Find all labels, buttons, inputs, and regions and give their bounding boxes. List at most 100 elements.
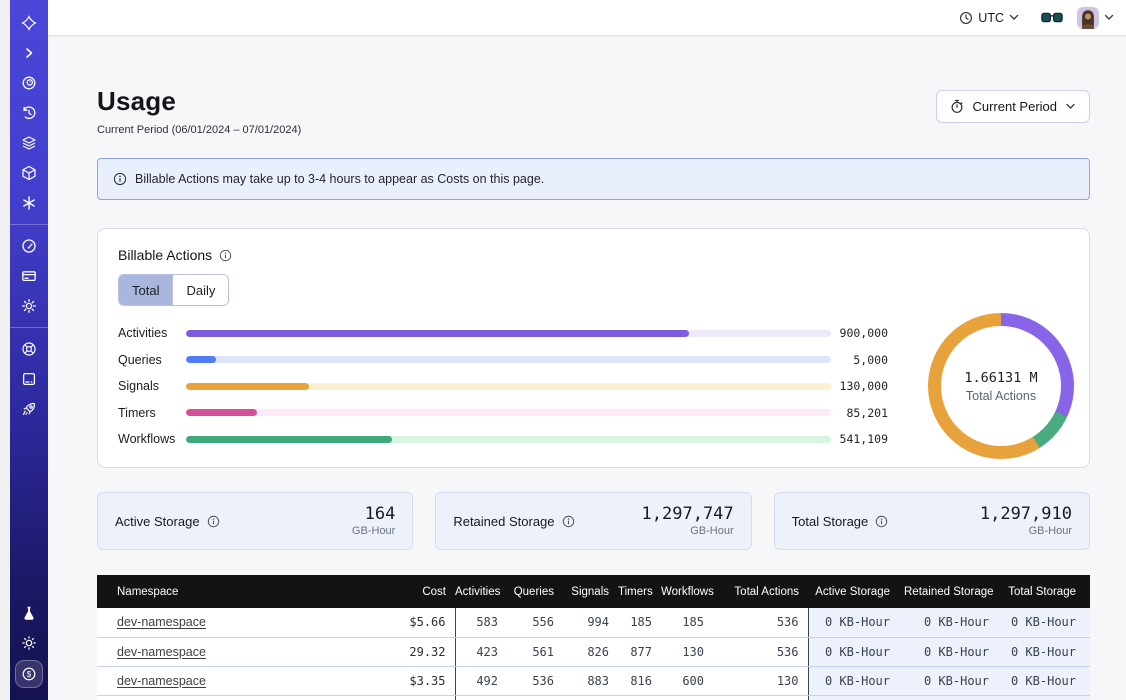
gear-icon[interactable] — [15, 293, 43, 319]
cell-timers: 877 — [618, 637, 661, 666]
active-storage-card: Active Storage 164 GB-Hour — [97, 492, 413, 550]
cell-queries: 556 — [507, 608, 563, 637]
cell-retained-storage: 0 KB-Hour — [904, 637, 1003, 666]
storage-card-unit: GB-Hour — [980, 525, 1072, 537]
card-icon[interactable] — [15, 263, 43, 289]
info-icon[interactable] — [875, 515, 888, 528]
info-icon[interactable] — [207, 515, 220, 528]
bar-value: 5,000 — [831, 353, 888, 367]
cell-retained-storage — [904, 695, 1003, 700]
namespace-link[interactable]: dev-namespace — [117, 674, 206, 688]
chevron-right-icon[interactable] — [15, 40, 43, 66]
storage-card-unit: GB-Hour — [352, 525, 395, 537]
bar-row: Activities 900,000 — [118, 320, 908, 347]
bar-track — [186, 330, 831, 337]
donut-total-value: 1.66131 M — [964, 370, 1037, 386]
namespace-link[interactable]: dev-namespace — [117, 615, 206, 629]
page-title: Usage — [97, 86, 301, 117]
asterisk-icon[interactable] — [15, 190, 43, 216]
bar-row: Signals 130,000 — [118, 373, 908, 400]
cell-total-storage: 0 KB-Hour — [1003, 637, 1090, 666]
sidebar: $ — [10, 0, 48, 700]
clock-icon — [959, 11, 973, 25]
bar-label: Activities — [118, 326, 186, 340]
cell-active-storage — [808, 695, 904, 700]
cell-workflows: 185 — [661, 608, 713, 637]
dollar-coin-icon[interactable]: $ — [15, 660, 43, 688]
rocket-icon[interactable] — [15, 396, 43, 422]
cell-activities — [455, 695, 507, 700]
cell-active-storage: 0 KB-Hour — [808, 608, 904, 637]
history-icon[interactable] — [15, 100, 43, 126]
cell-workflows: 130 — [661, 637, 713, 666]
main-content: Usage Current Period (06/01/2024 – 07/01… — [48, 37, 1126, 700]
cell-workflows: 600 — [661, 666, 713, 695]
timezone-selector[interactable]: UTC — [959, 11, 1019, 25]
bar-fill — [186, 436, 392, 443]
bar-track — [186, 356, 831, 363]
donut-center: 1.66131 M Total Actions — [941, 326, 1061, 446]
bar-label: Queries — [118, 353, 186, 367]
info-icon[interactable] — [562, 515, 575, 528]
book-icon[interactable] — [15, 366, 43, 392]
bar-row: Queries 5,000 — [118, 347, 908, 374]
cell-active-storage: 0 KB-Hour — [808, 637, 904, 666]
cell-total-storage — [1003, 695, 1090, 700]
glasses-icon[interactable] — [1041, 11, 1063, 24]
cell-active-storage: 0 KB-Hour — [808, 666, 904, 695]
layers-icon[interactable] — [15, 130, 43, 156]
cell-signals — [563, 695, 618, 700]
namespace-link[interactable]: dev-namespace — [117, 645, 206, 659]
info-banner: Billable Actions may take up to 3-4 hour… — [97, 158, 1090, 200]
cell-cost — [367, 695, 455, 700]
col-queries: Queries — [507, 575, 563, 608]
cell-queries — [507, 695, 563, 700]
bar-fill — [186, 409, 257, 416]
col-activities: Activities — [455, 575, 507, 608]
bar-fill — [186, 356, 216, 363]
tab-total[interactable]: Total — [119, 275, 172, 305]
cell-workflows — [661, 695, 713, 700]
timezone-label: UTC — [978, 11, 1004, 25]
billable-actions-title: Billable Actions — [118, 247, 212, 263]
bar-value: 85,201 — [831, 406, 888, 420]
lifebuoy-icon[interactable] — [15, 336, 43, 362]
cell-retained-storage: 0 KB-Hour — [904, 608, 1003, 637]
cell-signals: 883 — [563, 666, 618, 695]
cube-icon[interactable] — [15, 160, 43, 186]
bar-track — [186, 409, 831, 416]
gauge-icon[interactable] — [15, 233, 43, 259]
bar-row: Workflows 541,109 — [118, 426, 908, 453]
cell-timers: 185 — [618, 608, 661, 637]
storage-card-unit: GB-Hour — [642, 525, 734, 537]
cell-total-storage: 0 KB-Hour — [1003, 608, 1090, 637]
storage-card-value: 1,297,910 — [980, 505, 1072, 524]
bar-label: Workflows — [118, 432, 186, 446]
sun-icon[interactable] — [15, 630, 43, 656]
spiral-icon[interactable] — [15, 70, 43, 96]
flask-icon[interactable] — [15, 600, 43, 626]
stopwatch-icon — [950, 99, 964, 114]
banner-text: Billable Actions may take up to 3-4 hour… — [135, 172, 544, 186]
billable-actions-view-toggle: Total Daily — [118, 274, 229, 306]
cell-activities: 583 — [455, 608, 507, 637]
bar-row: Timers 85,201 — [118, 400, 908, 427]
table-header-row: Namespace Cost Activities Queries Signal… — [97, 575, 1090, 608]
chevron-down-icon[interactable] — [1104, 14, 1114, 21]
period-button-label: Current Period — [972, 99, 1057, 114]
bar-fill — [186, 383, 309, 390]
tab-daily[interactable]: Daily — [172, 275, 228, 305]
retained-storage-card: Retained Storage 1,297,747 GB-Hour — [435, 492, 751, 550]
cell-cost: $5.66 — [367, 608, 455, 637]
col-total-actions: Total Actions — [713, 575, 808, 608]
info-icon[interactable] — [219, 249, 232, 262]
cell-queries: 536 — [507, 666, 563, 695]
chevron-down-icon — [1009, 14, 1019, 21]
period-selector-button[interactable]: Current Period — [936, 90, 1090, 123]
cell-total-actions: 536 — [713, 637, 808, 666]
bar-value: 130,000 — [831, 379, 888, 393]
temporal-logo-icon[interactable] — [15, 10, 43, 36]
avatar[interactable] — [1077, 7, 1099, 29]
col-cost: Cost — [367, 575, 455, 608]
billable-actions-card: Billable Actions Total Daily Activities … — [97, 228, 1090, 468]
